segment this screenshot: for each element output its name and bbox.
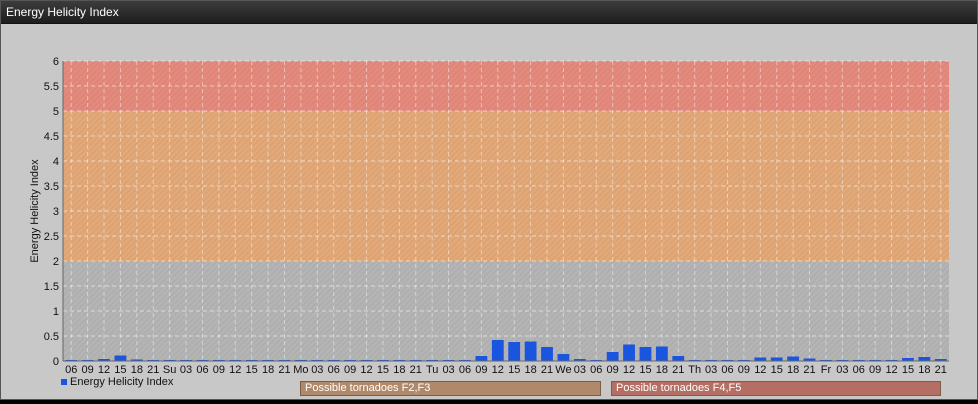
y-tick-label: 1 (53, 306, 59, 318)
x-tick-label: 09 (738, 364, 750, 376)
bar (524, 341, 537, 361)
x-tick-label: 21 (935, 364, 947, 376)
x-tick-label: 15 (246, 364, 258, 376)
x-tick-label: 09 (475, 364, 487, 376)
y-tick-label: 6 (53, 56, 59, 68)
legend-possible-tornadoes-f4-f5: Possible tornadoes F4,F5 (611, 381, 941, 396)
window-title: Energy Helicity Index (6, 5, 119, 19)
x-tick-label: 15 (639, 364, 651, 376)
x-tick-label: 18 (262, 364, 274, 376)
bar (114, 355, 127, 361)
bar (639, 347, 652, 361)
y-tick-label: 3 (53, 206, 59, 218)
x-tick-label: 06 (459, 364, 471, 376)
bar (672, 356, 685, 361)
x-tick-label: 15 (114, 364, 126, 376)
x-tick-label: 12 (623, 364, 635, 376)
bar (541, 347, 553, 361)
x-tick-label: 15 (902, 364, 914, 376)
chart-window: Energy Helicity Index 0 0.5 1 1.5 2 2.5 3 3.5 4 4… (0, 0, 978, 400)
bar (606, 352, 619, 361)
bar (623, 344, 635, 361)
y-tick-label: 2 (53, 256, 59, 268)
y-tick-label: 4 (53, 156, 59, 168)
bar (475, 356, 488, 361)
y-tick-label: 0 (53, 356, 59, 368)
x-tick-label: 18 (918, 364, 930, 376)
y-tick-label: 5 (53, 106, 59, 118)
x-tick-label: 21 (803, 364, 815, 376)
x-tick-label: 03 (180, 364, 192, 376)
ehi-chart: 0 0.5 1 1.5 2 2.5 3 3.5 4 4.5 5 5.5 6 06 09 12 15 18 21 Su 0… (29, 56, 949, 376)
y-tick-label: 5.5 (44, 81, 59, 93)
x-tick-label: Tu (426, 364, 438, 376)
x-tick-label: 06 (721, 364, 733, 376)
x-tick-label: 21 (541, 364, 553, 376)
x-tick-label: 12 (492, 364, 504, 376)
bar (491, 340, 504, 361)
x-tick-label: Mo (293, 364, 308, 376)
x-tick-label: Su (163, 364, 176, 376)
x-tick-label: 21 (147, 364, 159, 376)
title-bar: Energy Helicity Index (1, 1, 977, 24)
legend-series-label: Energy Helicity Index (70, 376, 174, 388)
y-tick-label: 2.5 (44, 231, 59, 243)
x-tick-label: Fr (821, 364, 832, 376)
y-axis-label: Energy Helicity Index (29, 159, 41, 263)
bar (770, 357, 783, 361)
x-tick-label: 09 (869, 364, 881, 376)
x-tick-label: 06 (590, 364, 602, 376)
legend-possible-tornadoes-f2-f3: Possible tornadoes F2,F3 (300, 381, 601, 396)
x-tick-label: 21 (672, 364, 684, 376)
x-tick-label: 12 (229, 364, 241, 376)
x-tick-label: 12 (754, 364, 766, 376)
x-tick-label: 06 (65, 364, 77, 376)
bar (557, 354, 570, 361)
x-tick-label: 15 (771, 364, 783, 376)
bar (918, 357, 931, 361)
x-tick-label: 03 (836, 364, 848, 376)
x-tick-label: 18 (524, 364, 536, 376)
x-tick-label: Th (688, 364, 701, 376)
x-tick-label: 18 (787, 364, 799, 376)
bar (655, 346, 668, 361)
x-tick-label: 09 (607, 364, 619, 376)
x-tick-label: 18 (393, 364, 405, 376)
x-tick-label: 06 (328, 364, 340, 376)
x-tick-label: 15 (377, 364, 389, 376)
x-tick-label: 12 (885, 364, 897, 376)
x-tick-label: 21 (278, 364, 290, 376)
x-tick-label: 03 (574, 364, 586, 376)
bar (787, 356, 800, 361)
legend-series: Energy Helicity Index (61, 376, 173, 388)
x-tick-label: 18 (131, 364, 143, 376)
x-tick-label: 06 (853, 364, 865, 376)
x-tick-label: 09 (344, 364, 356, 376)
x-tick-label: We (555, 364, 571, 376)
y-tick-label: 4.5 (44, 131, 59, 143)
x-tick-label: 03 (311, 364, 323, 376)
x-tick-label: 06 (196, 364, 208, 376)
y-tick-label: 3.5 (44, 181, 59, 193)
legend-f45-label: Possible tornadoes F4,F5 (616, 382, 742, 394)
x-tick-label: 21 (410, 364, 422, 376)
x-tick-label: 09 (81, 364, 93, 376)
bar (508, 342, 521, 361)
legend-swatch (61, 379, 67, 386)
x-tick-label: 12 (98, 364, 110, 376)
y-tick-label: 0.5 (44, 331, 59, 343)
x-tick-label: 03 (705, 364, 717, 376)
x-tick-label: 15 (508, 364, 520, 376)
bar (754, 357, 767, 361)
x-tick-label: 18 (656, 364, 668, 376)
legend-f23-label: Possible tornadoes F2,F3 (305, 382, 431, 394)
chart-panel: 0 0.5 1 1.5 2 2.5 3 3.5 4 4.5 5 5.5 6 06 09 12 15 18 21 Su 0… (1, 24, 977, 399)
x-tick-label: 09 (213, 364, 225, 376)
y-tick-label: 1.5 (44, 281, 59, 293)
x-tick-label: 03 (442, 364, 454, 376)
x-tick-label: 12 (360, 364, 372, 376)
